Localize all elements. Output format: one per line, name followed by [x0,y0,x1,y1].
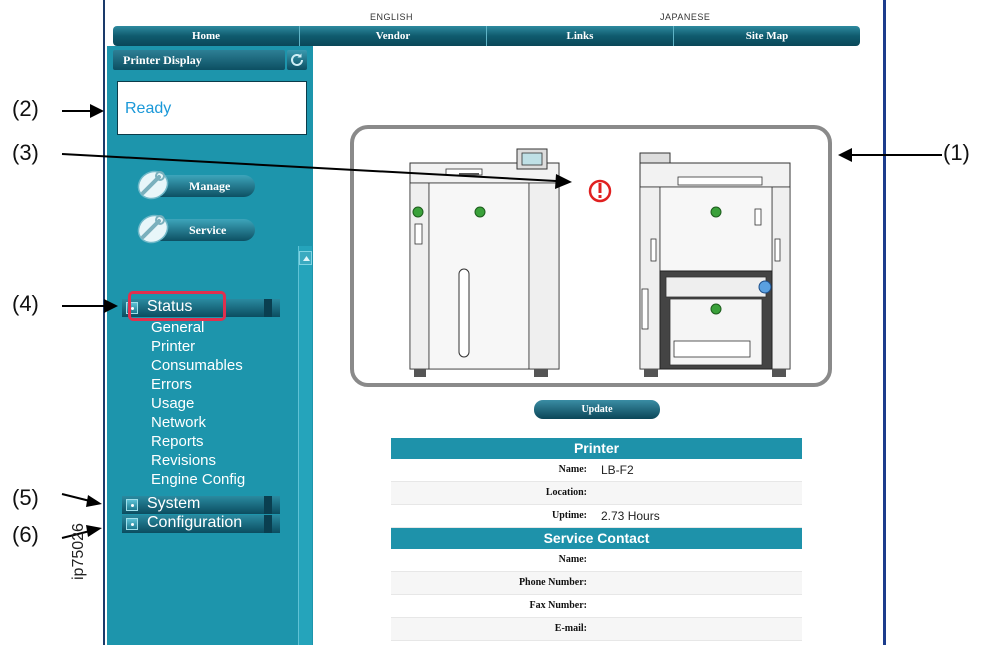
table-row: Fax Number: [391,595,802,618]
section-bar-cap [264,496,272,514]
nav-links[interactable]: Links [487,26,674,46]
row-key: E-mail: [554,623,587,634]
nav-vendor[interactable]: Vendor [300,26,487,46]
printer-section-header: Printer [391,438,802,459]
submenu-network[interactable]: Network [151,413,245,432]
table-row: Phone Number: [391,572,802,595]
table-row: E-mail: [391,618,802,641]
scroll-up-icon[interactable] [299,251,312,265]
callout-2: (2) [12,96,39,121]
callout-4-arrow [62,305,107,307]
section-bar-cap [264,299,272,317]
service-button[interactable]: Service [137,214,255,244]
printer-display-title: Printer Display [113,50,285,70]
service-contact-header: Service Contact [391,528,802,549]
configuration-section-label: Configuration [147,514,243,531]
submenu-printer[interactable]: Printer [151,337,245,356]
status-submenu: General Printer Consumables Errors Usage… [151,318,245,489]
callout-4: (4) [12,291,39,316]
sidebar-scrollbar[interactable] [298,246,312,645]
arrow-right-icon [104,299,118,313]
printer-info-table: Printer Name: LB-F2 Location: Uptime: 2.… [391,438,802,641]
top-nav: Home Vendor Links Site Map [113,26,860,46]
row-key: Name: [558,554,587,565]
refresh-icon[interactable] [287,50,307,70]
callout-1-arrow [850,154,942,156]
row-value: 2.73 Hours [601,509,660,523]
callout-5-arrow [61,493,102,507]
exclamation-circle-icon[interactable] [588,179,612,203]
submenu-engine-config[interactable]: Engine Config [151,470,245,489]
callout-3: (3) [12,140,39,165]
system-section-label: System [147,495,201,512]
document-id: ip75026 [70,523,87,580]
bullet-icon [126,518,138,530]
callout-3-arrow [61,153,572,189]
submenu-usage[interactable]: Usage [151,394,245,413]
callout-6: (6) [12,522,39,547]
section-bar-cap [264,515,272,533]
service-label: Service [189,223,227,237]
sidebar-section-configuration[interactable]: Configuration [122,514,280,533]
language-japanese-link[interactable]: JAPANESE [660,12,710,22]
row-key: Location: [545,487,587,498]
submenu-errors[interactable]: Errors [151,375,245,394]
table-row: Name: [391,549,802,572]
sidebar-section-system[interactable]: System [122,495,280,514]
language-english-link[interactable]: ENGLISH [370,12,413,22]
submenu-consumables[interactable]: Consumables [151,356,245,375]
callout-1: (1) [943,140,970,165]
callout-2-arrow [62,110,92,112]
submenu-reports[interactable]: Reports [151,432,245,451]
submenu-general[interactable]: General [151,318,245,337]
nav-site-map[interactable]: Site Map [674,26,860,46]
row-key: Phone Number: [518,577,587,588]
callout-5: (5) [12,485,39,510]
table-row: Location: [391,482,802,505]
printer-status-display: Ready [117,81,307,135]
row-key: Fax Number: [529,600,588,611]
nav-home[interactable]: Home [113,26,300,46]
printer-status-text: Ready [125,100,172,117]
table-row: Name: LB-F2 [391,459,802,482]
frame-right-border [883,0,886,645]
left-panel: Printer Display Ready Manage Service Sta… [107,46,313,645]
row-key: Name: [558,464,587,475]
update-button[interactable]: Update [534,400,660,419]
submenu-revisions[interactable]: Revisions [151,451,245,470]
wrench-disc-icon [137,214,169,244]
row-key: Uptime: [552,510,587,521]
table-row: Uptime: 2.73 Hours [391,505,802,528]
printer-unit-right [639,152,791,377]
status-highlight-box [128,291,226,321]
language-row: ENGLISH JAPANESE [105,12,860,22]
arrow-left-icon [838,148,852,162]
bullet-icon [126,499,138,511]
arrow-right-icon [90,104,104,118]
row-value: LB-F2 [601,463,634,477]
